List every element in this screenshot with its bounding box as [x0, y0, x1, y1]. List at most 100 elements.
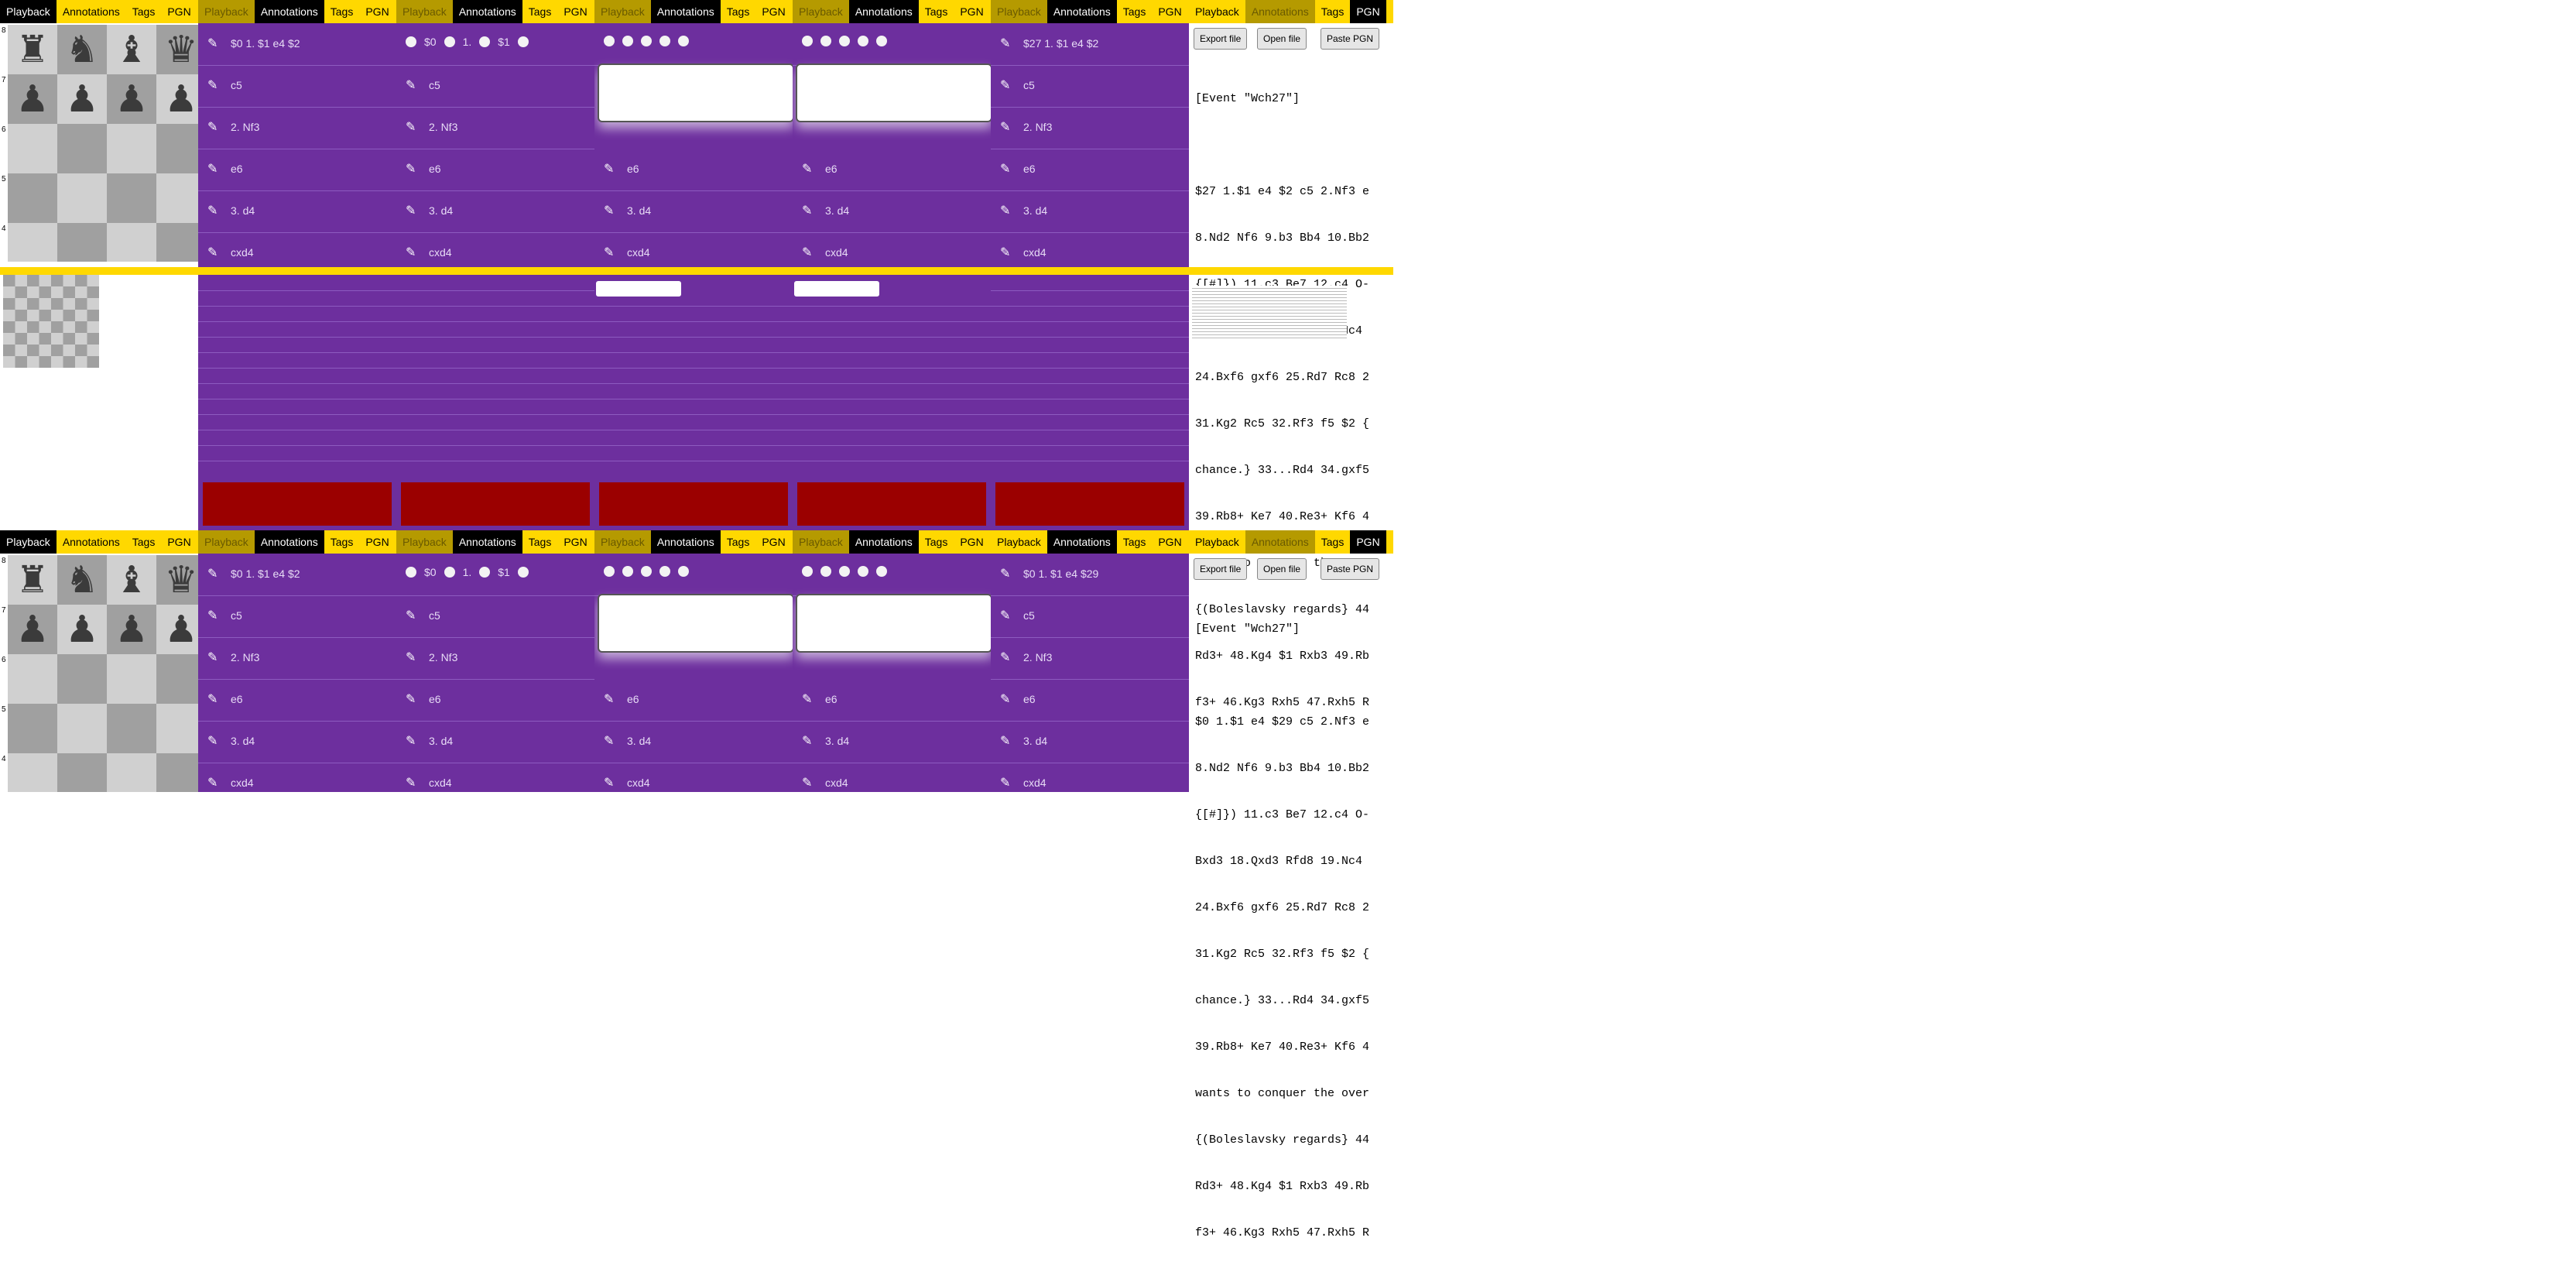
edit-icon[interactable]: ✎ [1000, 691, 1014, 706]
tab-pgn[interactable]: PGN [755, 0, 791, 23]
tab-tags[interactable]: Tags [1117, 0, 1153, 23]
annotation-row[interactable]: $0 1. $1 [396, 554, 594, 596]
radio-button[interactable] [517, 36, 529, 47]
pgn-text[interactable]: [Event "Wch27"] $0 1.$1 e4 $29 c5 2.Nf3 … [1195, 591, 1427, 1272]
annotation-row[interactable]: ✎ e6 [594, 679, 793, 722]
black-pawn-piece[interactable]: ♟ [107, 605, 156, 654]
edit-icon[interactable]: ✎ [1000, 36, 1014, 50]
radio-button[interactable] [406, 567, 416, 578]
edit-icon[interactable]: ✎ [1000, 775, 1014, 790]
annotation-row[interactable]: ✎ cxd4 [793, 763, 991, 792]
annotation-row[interactable]: ✎ 2. Nf3 [396, 637, 594, 680]
tab-pgn[interactable]: PGN [755, 530, 791, 554]
board-square[interactable] [57, 704, 107, 753]
tab-annotations[interactable]: Annotations [1046, 530, 1117, 554]
edit-icon[interactable]: ✎ [802, 245, 816, 259]
board-square[interactable] [57, 753, 107, 792]
board-square[interactable] [107, 654, 156, 704]
tab-annotations[interactable]: Annotations [57, 0, 126, 23]
open-file-button[interactable]: Open file [1257, 28, 1307, 50]
tab-playback[interactable]: Playback [991, 530, 1047, 554]
board-square[interactable] [156, 654, 198, 704]
black-queen-piece[interactable]: ♛ [156, 25, 198, 74]
black-knight-piece[interactable]: ♞ [57, 25, 107, 74]
annotation-row[interactable]: ✎ c5 [396, 65, 594, 108]
annotation-row[interactable]: $0 1. $1 [396, 23, 594, 66]
tab-playback[interactable]: Playback [396, 530, 453, 554]
radio-button[interactable] [802, 566, 813, 577]
tab-playback[interactable]: Playback [594, 0, 651, 23]
tab-annotations[interactable]: Annotations [452, 0, 522, 23]
annotation-row[interactable] [793, 23, 991, 66]
board-square[interactable] [57, 654, 107, 704]
annotation-row[interactable]: ✎ cxd4 [793, 232, 991, 267]
annotation-row[interactable]: ✎ e6 [396, 149, 594, 191]
board-square[interactable] [57, 173, 107, 223]
edit-icon[interactable]: ✎ [1000, 608, 1014, 622]
edit-icon[interactable]: ✎ [406, 119, 420, 134]
board-square[interactable] [107, 704, 156, 753]
annotation-row[interactable]: ✎ 3. d4 [594, 721, 793, 763]
paste-pgn-button[interactable]: Paste PGN [1321, 28, 1380, 50]
edit-icon[interactable]: ✎ [207, 161, 221, 176]
tab-playback[interactable]: Playback [0, 530, 57, 554]
board-square[interactable] [107, 223, 156, 262]
annotation-row[interactable]: ✎ c5 [991, 595, 1189, 638]
annotation-row[interactable]: ✎ e6 [991, 149, 1189, 191]
board-square[interactable] [8, 753, 57, 792]
radio-button[interactable] [444, 567, 455, 578]
black-pawn-piece[interactable]: ♟ [8, 74, 57, 124]
board-square[interactable] [156, 223, 198, 262]
tab-pgn[interactable]: PGN [1350, 0, 1386, 23]
edit-icon[interactable]: ✎ [406, 691, 420, 706]
edit-icon[interactable]: ✎ [207, 650, 221, 664]
edit-icon[interactable]: ✎ [1000, 566, 1014, 581]
annotation-row[interactable]: ✎ 3. d4 [991, 721, 1189, 763]
radio-button[interactable] [659, 36, 670, 46]
annotation-row[interactable]: ✎ e6 [594, 149, 793, 191]
edit-icon[interactable]: ✎ [406, 161, 420, 176]
edit-icon[interactable]: ✎ [1000, 245, 1014, 259]
board-square[interactable] [156, 173, 198, 223]
annotation-row[interactable] [594, 23, 793, 66]
tab-annotations[interactable]: Annotations [254, 530, 324, 554]
export-file-button[interactable]: Export file [1194, 558, 1248, 580]
annotation-row[interactable]: ✎ c5 [198, 595, 396, 638]
annotation-row[interactable]: ✎ cxd4 [396, 232, 594, 267]
annotation-row[interactable]: ✎ e6 [793, 679, 991, 722]
tab-pgn[interactable]: PGN [359, 530, 395, 554]
tab-tags[interactable]: Tags [1315, 530, 1351, 554]
radio-button[interactable] [858, 36, 868, 46]
radio-button[interactable] [659, 566, 670, 577]
tab-annotations[interactable]: Annotations [1245, 530, 1315, 554]
annotation-row[interactable]: ✎ e6 [396, 679, 594, 722]
annotation-editor[interactable] [796, 594, 991, 653]
black-pawn-piece[interactable]: ♟ [57, 74, 107, 124]
edit-icon[interactable]: ✎ [1000, 77, 1014, 92]
tab-playback[interactable]: Playback [198, 0, 255, 23]
radio-button[interactable] [876, 36, 887, 46]
radio-button[interactable] [479, 36, 491, 47]
tab-playback[interactable]: Playback [793, 530, 849, 554]
tab-pgn[interactable]: PGN [1350, 530, 1386, 554]
annotation-row[interactable]: ✎ c5 [396, 595, 594, 638]
tab-pgn[interactable]: PGN [1152, 530, 1187, 554]
tab-pgn[interactable]: PGN [161, 0, 197, 23]
tab-tags[interactable]: Tags [919, 0, 954, 23]
board-square[interactable] [107, 753, 156, 792]
radio-button[interactable] [622, 566, 633, 577]
annotation-editor[interactable] [796, 63, 991, 122]
edit-icon[interactable]: ✎ [406, 77, 420, 92]
board-square[interactable] [57, 124, 107, 173]
tab-playback[interactable]: Playback [594, 530, 651, 554]
board-square[interactable] [8, 654, 57, 704]
edit-icon[interactable]: ✎ [406, 650, 420, 664]
tab-pgn[interactable]: PGN [557, 530, 593, 554]
edit-icon[interactable]: ✎ [802, 203, 816, 218]
black-pawn-piece[interactable]: ♟ [57, 605, 107, 654]
edit-icon[interactable]: ✎ [207, 36, 221, 50]
tab-tags[interactable]: Tags [919, 530, 954, 554]
radio-button[interactable] [406, 36, 416, 47]
tab-tags[interactable]: Tags [324, 530, 360, 554]
edit-icon[interactable]: ✎ [802, 733, 816, 748]
